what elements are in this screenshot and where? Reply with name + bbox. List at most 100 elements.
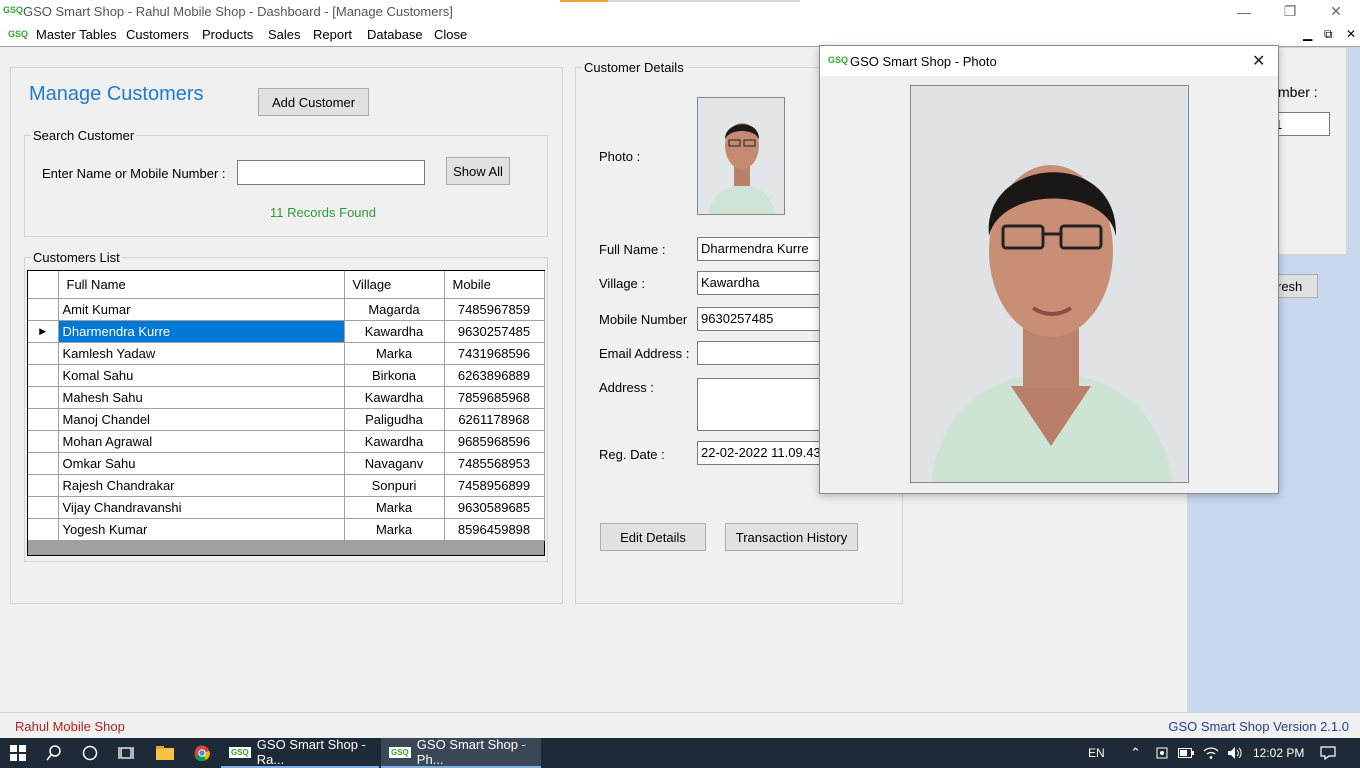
cell-village[interactable]: Kawardha (344, 430, 445, 453)
address-field[interactable] (697, 378, 821, 431)
customers-grid[interactable]: Full Name Village Mobile Amit Kumar Magar… (27, 270, 545, 556)
photo-window-titlebar[interactable]: GSQ GSO Smart Shop - Photo ✕ (820, 46, 1278, 76)
row-header[interactable] (28, 518, 59, 541)
cell-mobile[interactable]: 7431968596 (444, 342, 545, 365)
row-header[interactable] (28, 408, 59, 431)
search-icon[interactable] (36, 738, 72, 768)
cell-village[interactable]: Marka (344, 518, 445, 541)
row-header[interactable] (28, 386, 59, 409)
restore-button[interactable]: ❐ (1267, 0, 1313, 23)
cell-village[interactable]: Kawardha (344, 320, 445, 343)
menu-close[interactable]: Close (434, 27, 467, 42)
village-field[interactable]: Kawardha (697, 271, 821, 295)
menu-master-tables[interactable]: Master Tables (36, 27, 117, 42)
taskbar-item-photo[interactable]: GSQ GSO Smart Shop - Ph... (381, 737, 541, 768)
column-header-mobile[interactable]: Mobile (444, 271, 545, 299)
photo-window[interactable]: GSQ GSO Smart Shop - Photo ✕ (819, 45, 1279, 494)
cell-village[interactable]: Magarda (344, 298, 445, 321)
table-row[interactable]: ▶ Dharmendra Kurre Kawardha 9630257485 (28, 320, 545, 343)
close-button[interactable]: ✕ (1313, 0, 1359, 23)
menu-database[interactable]: Database (367, 27, 423, 42)
table-row[interactable]: Kamlesh Yadaw Marka 7431968596 (28, 342, 545, 365)
row-header[interactable] (28, 496, 59, 519)
row-header[interactable] (28, 452, 59, 475)
mdi-minimize-icon[interactable]: ▁ (1303, 27, 1312, 41)
menu-report[interactable]: Report (313, 27, 352, 42)
cell-village[interactable]: Navaganv (344, 452, 445, 475)
file-explorer-icon[interactable] (147, 738, 183, 768)
row-header[interactable] (28, 342, 59, 365)
taskbar-item-main[interactable]: GSQ GSO Smart Shop - Ra... (221, 737, 379, 768)
language-indicator[interactable]: EN (1088, 738, 1105, 768)
cell-village[interactable]: Birkona (344, 364, 445, 387)
mobile-field[interactable]: 9630257485 (697, 307, 821, 331)
cell-mobile[interactable]: 9685968596 (444, 430, 545, 453)
cell-village[interactable]: Marka (344, 342, 445, 365)
mdi-close-icon[interactable]: ✕ (1346, 27, 1356, 41)
cell-village[interactable]: Kawardha (344, 386, 445, 409)
task-view-icon[interactable] (108, 738, 144, 768)
cell-full-name[interactable]: Komal Sahu (58, 364, 345, 387)
table-row[interactable]: Komal Sahu Birkona 6263896889 (28, 364, 545, 387)
cell-mobile[interactable]: 9630257485 (444, 320, 545, 343)
row-header[interactable] (28, 364, 59, 387)
table-row[interactable]: Mohan Agrawal Kawardha 9685968596 (28, 430, 545, 453)
notification-icon[interactable] (1320, 738, 1336, 768)
cell-full-name[interactable]: Omkar Sahu (58, 452, 345, 475)
cell-full-name[interactable]: Amit Kumar (58, 298, 345, 321)
row-header[interactable] (28, 430, 59, 453)
clock[interactable]: 12:02 PM (1253, 738, 1304, 768)
table-row[interactable]: Omkar Sahu Navaganv 7485568953 (28, 452, 545, 475)
cell-mobile[interactable]: 9630589685 (444, 496, 545, 519)
cell-mobile[interactable]: 7485967859 (444, 298, 545, 321)
tray-chevron-icon[interactable]: ⌃ (1130, 738, 1141, 768)
cell-mobile[interactable]: 7458956899 (444, 474, 545, 497)
cell-mobile[interactable]: 6261178968 (444, 408, 545, 431)
search-input[interactable] (237, 160, 425, 185)
battery-icon[interactable] (1178, 738, 1194, 768)
cell-mobile[interactable]: 8596459898 (444, 518, 545, 541)
add-customer-button[interactable]: Add Customer (258, 88, 369, 116)
table-row[interactable]: Vijay Chandravanshi Marka 9630589685 (28, 496, 545, 519)
column-header-village[interactable]: Village (344, 271, 445, 299)
transaction-history-button[interactable]: Transaction History (725, 523, 858, 551)
row-header[interactable]: ▶ (28, 320, 59, 343)
minimize-button[interactable]: — (1221, 0, 1267, 23)
volume-icon[interactable] (1227, 738, 1243, 768)
cell-village[interactable]: Paligudha (344, 408, 445, 431)
menu-sales[interactable]: Sales (268, 27, 301, 42)
edit-details-button[interactable]: Edit Details (600, 523, 706, 551)
chrome-icon[interactable] (184, 738, 220, 768)
cell-full-name[interactable]: Rajesh Chandrakar (58, 474, 345, 497)
cell-mobile[interactable]: 7859685968 (444, 386, 545, 409)
cell-village[interactable]: Sonpuri (344, 474, 445, 497)
table-row[interactable]: Yogesh Kumar Marka 8596459898 (28, 518, 545, 541)
cell-full-name[interactable]: Dharmendra Kurre (58, 320, 345, 343)
show-all-button[interactable]: Show All (446, 157, 510, 185)
email-field[interactable] (697, 341, 821, 365)
table-row[interactable]: Manoj Chandel Paligudha 6261178968 (28, 408, 545, 431)
cell-full-name[interactable]: Mahesh Sahu (58, 386, 345, 409)
cell-full-name[interactable]: Manoj Chandel (58, 408, 345, 431)
customer-photo-thumbnail[interactable] (697, 97, 785, 215)
windows-start-icon[interactable] (0, 738, 36, 768)
row-header[interactable] (28, 298, 59, 321)
menu-products[interactable]: Products (202, 27, 253, 42)
cell-full-name[interactable]: Yogesh Kumar (58, 518, 345, 541)
cell-full-name[interactable]: Mohan Agrawal (58, 430, 345, 453)
table-row[interactable]: Rajesh Chandrakar Sonpuri 7458956899 (28, 474, 545, 497)
menu-customers[interactable]: Customers (126, 27, 189, 42)
mdi-restore-icon[interactable]: ⧉ (1324, 27, 1333, 42)
cell-mobile[interactable]: 6263896889 (444, 364, 545, 387)
row-header[interactable] (28, 474, 59, 497)
cell-mobile[interactable]: 7485568953 (444, 452, 545, 475)
table-row[interactable]: Amit Kumar Magarda 7485967859 (28, 298, 545, 321)
cell-village[interactable]: Marka (344, 496, 445, 519)
wifi-icon[interactable] (1203, 738, 1219, 768)
table-row[interactable]: Mahesh Sahu Kawardha 7859685968 (28, 386, 545, 409)
cell-full-name[interactable]: Kamlesh Yadaw (58, 342, 345, 365)
reg-date-field[interactable]: 22-02-2022 11.09.43 (697, 441, 821, 465)
cell-full-name[interactable]: Vijay Chandravanshi (58, 496, 345, 519)
cortana-icon[interactable] (72, 738, 108, 768)
full-name-field[interactable]: Dharmendra Kurre (697, 237, 821, 261)
